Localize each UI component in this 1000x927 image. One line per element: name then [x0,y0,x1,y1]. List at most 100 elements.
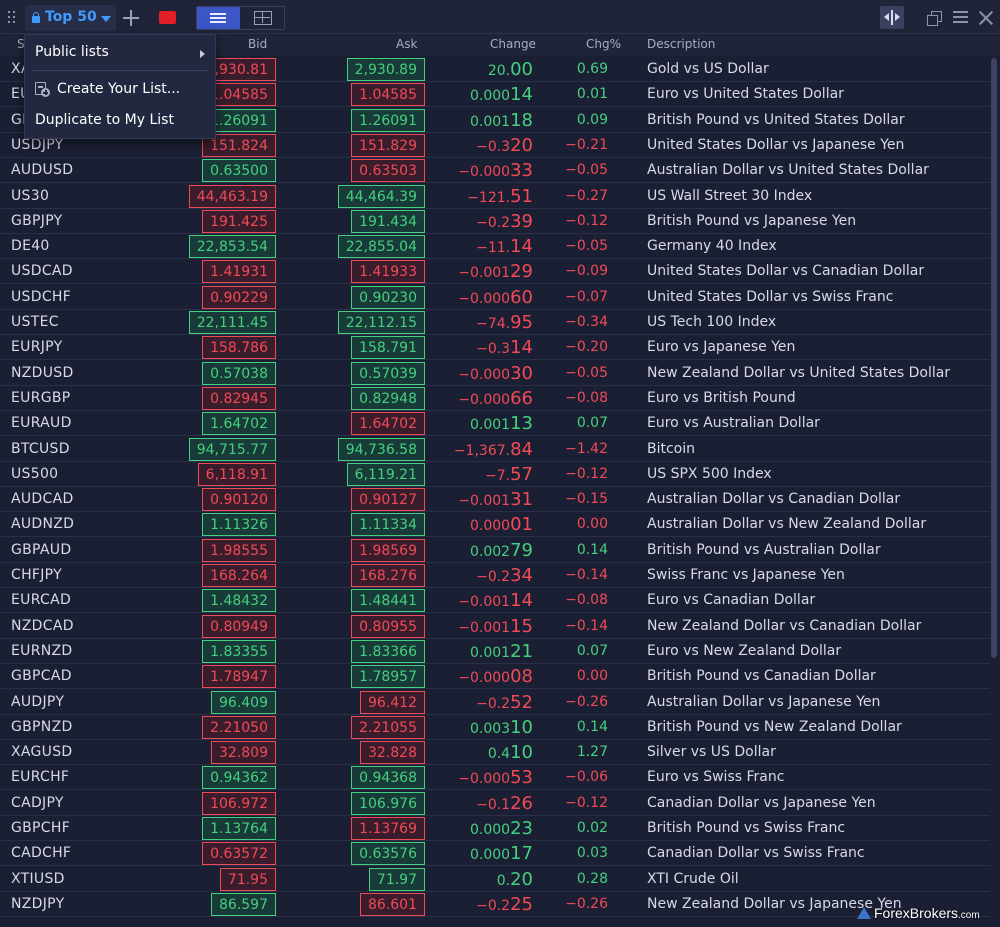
ask-cell[interactable]: 44,464.39 [337,184,425,208]
table-row[interactable]: USDCHF 0.90229 0.90230 −0.00060 −0.07 United … [0,285,990,310]
red-flag-icon[interactable] [159,11,176,24]
header-change[interactable]: Change [490,37,536,51]
table-row[interactable]: EURNZD 1.83355 1.83366 0.00121 0.07 Euro vs N… [0,639,990,664]
list-selector-button[interactable]: Top 50 [25,5,116,31]
ask-cell[interactable]: 71.97 [368,867,425,891]
table-row[interactable]: AUDUSD 0.63500 0.63503 −0.00033 −0.05 Austral… [0,158,990,184]
bid-cell[interactable]: 6,118.91 [197,462,276,486]
ask-cell[interactable]: 0.80955 [351,614,425,638]
bid-cell[interactable]: 71.95 [219,867,276,891]
grid-view-icon[interactable] [241,7,284,29]
bid-cell[interactable]: 0.90120 [202,488,276,512]
bid-cell[interactable]: 32.809 [211,741,276,765]
bid-cell[interactable]: 96.409 [211,690,276,714]
table-row[interactable]: EURAUD 1.64702 1.64702 0.00113 0.07 Euro vs A… [0,411,990,437]
popout-icon[interactable] [927,11,942,26]
bid-cell[interactable]: 1.13764 [202,817,276,840]
bid-cell[interactable]: 0.57038 [202,361,276,385]
table-row[interactable]: DE40 22,853.54 22,855.04 −11.14 −0.05 Germany… [0,234,990,260]
ask-cell[interactable]: 106.976 [351,791,425,815]
table-row[interactable]: GBPJPY 191.425 191.434 −0.239 −0.12 British P… [0,209,990,234]
table-row[interactable]: NZDJPY 86.597 86.601 −0.225 −0.26 New Zealand… [0,892,990,917]
ask-cell[interactable]: 1.13769 [351,817,425,840]
bid-cell[interactable]: 158.786 [202,336,276,360]
table-row[interactable]: USDCAD 1.41931 1.41933 −0.00129 −0.09 United … [0,259,990,285]
table-row[interactable]: US500 6,118.91 6,119.21 −7.57 −0.12 US SPX 50… [0,462,990,487]
table-row[interactable]: US30 44,463.19 44,464.39 −121.51 −0.27 US Wal… [0,184,990,209]
table-row[interactable]: CADCHF 0.63572 0.63576 0.00017 0.03 Canadian … [0,841,990,867]
table-row[interactable]: AUDCAD 0.90120 0.90127 −0.00131 −0.15 Austral… [0,487,990,513]
bid-cell[interactable]: 1.41931 [202,260,276,284]
table-row[interactable]: GBPCHF 1.13764 1.13769 0.00023 0.02 British P… [0,816,990,841]
ask-cell[interactable]: 2.21055 [351,715,425,739]
ask-cell[interactable]: 6,119.21 [346,462,425,486]
bid-cell[interactable]: 1.78947 [202,665,276,689]
ask-cell[interactable]: 0.63576 [351,842,425,866]
split-panel-icon[interactable] [880,6,904,29]
bid-cell[interactable]: 0.80949 [202,614,276,638]
table-row[interactable]: USTEC 22,111.45 22,112.15 −74.95 −0.34 US Tec… [0,310,990,335]
bid-cell[interactable]: 0.82945 [202,386,276,410]
table-row[interactable]: EURCHF 0.94362 0.94368 −0.00053 −0.06 Euro vs… [0,765,990,791]
ask-cell[interactable]: 94,736.58 [337,437,425,461]
ask-cell[interactable]: 1.11334 [351,513,425,537]
table-row[interactable]: AUDJPY 96.409 96.412 −0.252 −0.26 Australian … [0,690,990,715]
header-chg-pct[interactable]: Chg% [586,37,621,51]
table-row[interactable]: GBPCAD 1.78947 1.78957 −0.00008 0.00 British … [0,664,990,690]
bid-cell[interactable]: 44,463.19 [188,184,276,208]
header-bid[interactable]: Bid [248,37,267,51]
ask-cell[interactable]: 1.83366 [351,639,425,663]
ask-cell[interactable]: 22,112.15 [337,311,425,334]
bid-cell[interactable]: 0.94362 [202,766,276,790]
table-row[interactable]: XTIUSD 71.95 71.97 0.20 0.28 XTI Crude Oil [0,867,990,892]
drag-handle-icon[interactable] [8,11,18,25]
bid-cell[interactable]: 1.83355 [202,639,276,663]
ask-cell[interactable]: 1.04585 [351,83,425,107]
list-view-icon[interactable] [197,7,240,29]
scrollbar[interactable] [991,58,997,658]
ask-cell[interactable]: 1.64702 [351,412,425,436]
ask-cell[interactable]: 0.57039 [351,361,425,385]
ask-cell[interactable]: 1.26091 [351,108,425,132]
menu-icon[interactable] [953,11,968,24]
close-icon[interactable] [977,9,995,27]
ask-cell[interactable]: 86.601 [360,892,425,916]
menu-item-duplicate[interactable]: Duplicate to My List [25,106,215,136]
ask-cell[interactable]: 191.434 [351,209,425,233]
ask-cell[interactable]: 1.41933 [351,260,425,284]
bid-cell[interactable]: 106.972 [202,791,276,815]
ask-cell[interactable]: 32.828 [360,741,425,765]
bid-cell[interactable]: 191.425 [202,209,276,233]
table-row[interactable]: XAGUSD 32.809 32.828 0.410 1.27 Silver vs US … [0,740,990,766]
bid-cell[interactable]: 86.597 [211,892,276,916]
menu-item-create-list[interactable]: Create Your List... [25,75,215,105]
ask-cell[interactable]: 0.63503 [351,159,425,183]
ask-cell[interactable]: 1.48441 [351,589,425,613]
ask-cell[interactable]: 158.791 [351,336,425,360]
bid-cell[interactable]: 1.64702 [202,412,276,436]
ask-cell[interactable]: 1.98569 [351,538,425,562]
bid-cell[interactable]: 1.11326 [202,513,276,537]
ask-cell[interactable]: 151.829 [351,133,425,157]
bid-cell[interactable]: 0.63572 [202,842,276,866]
table-row[interactable]: BTCUSD 94,715.77 94,736.58 −1,367.84 −1.42 Bi… [0,437,990,462]
table-row[interactable]: NZDCAD 0.80949 0.80955 −0.00115 −0.14 New Zea… [0,614,990,639]
bid-cell[interactable]: 168.264 [202,564,276,587]
table-row[interactable]: CADJPY 106.972 106.976 −0.126 −0.12 Canadian … [0,791,990,816]
table-row[interactable]: EURCAD 1.48432 1.48441 −0.00114 −0.08 Euro vs… [0,588,990,614]
table-row[interactable]: GBPAUD 1.98555 1.98569 0.00279 0.14 British P… [0,538,990,563]
table-row[interactable]: AUDNZD 1.11326 1.11334 0.00001 0.00 Australia… [0,512,990,538]
ask-cell[interactable]: 0.90230 [351,285,425,309]
bid-cell[interactable]: 2.21050 [202,715,276,739]
bid-cell[interactable]: 94,715.77 [188,437,276,461]
ask-cell[interactable]: 22,855.04 [337,235,425,259]
ask-cell[interactable]: 2,930.89 [346,58,425,81]
bid-cell[interactable]: 22,111.45 [188,311,276,334]
bid-cell[interactable]: 0.90229 [202,285,276,309]
table-row[interactable]: GBPNZD 2.21050 2.21055 0.00310 0.14 British P… [0,715,990,740]
table-row[interactable]: NZDUSD 0.57038 0.57039 −0.00030 −0.05 New Zea… [0,361,990,386]
bid-cell[interactable]: 1.48432 [202,589,276,613]
table-row[interactable]: EURGBP 0.82945 0.82948 −0.00066 −0.08 Euro vs… [0,386,990,411]
header-description[interactable]: Description [647,37,715,51]
plus-icon[interactable] [121,8,141,28]
